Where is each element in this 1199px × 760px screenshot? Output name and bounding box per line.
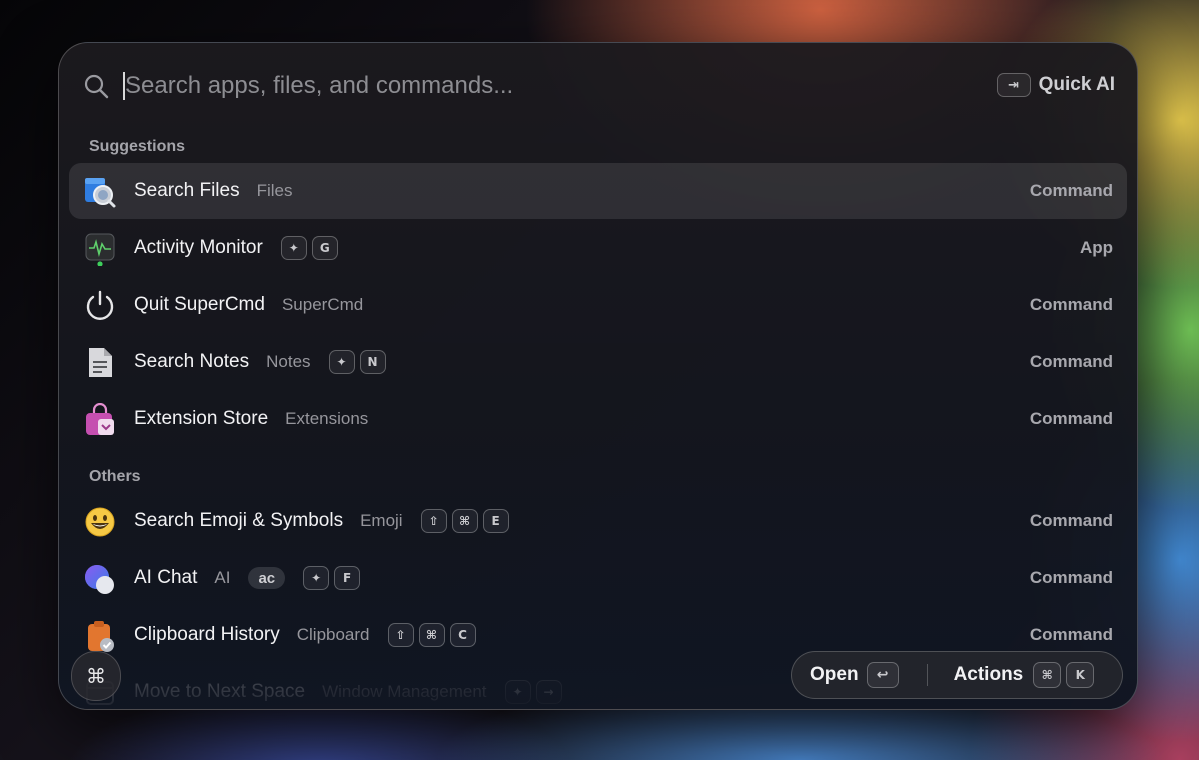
row-subtitle: Clipboard (296, 625, 370, 644)
ai-chat-icon (85, 565, 114, 594)
row-subtitle: Window Management (322, 682, 487, 701)
open-button[interactable]: Open ↩ (810, 662, 899, 688)
result-row-search-emoji[interactable]: Search Emoji & Symbols Emoji ⇧ ⌘ E Comma… (69, 493, 1127, 549)
command-key-icon: ⌘ (418, 623, 445, 647)
hyper-key-icon: ✦ (280, 236, 307, 260)
hotkey-group: ✦ F (303, 566, 361, 590)
row-main: Move to Next Space Window Management ✦ → (134, 664, 562, 709)
hotkey-group: ⌘ K (1033, 662, 1095, 688)
result-row-search-files[interactable]: Search Files Files Command (69, 163, 1127, 219)
clipboard-icon (88, 621, 114, 652)
hotkey-group: ✦ G (280, 236, 338, 260)
row-title: AI Chat (134, 567, 198, 588)
result-row-quit-supercmd[interactable]: Quit SuperCmd SuperCmd Command (69, 277, 1127, 333)
hotkey-letter: F (334, 566, 361, 590)
row-title: Search Notes (134, 351, 250, 372)
result-row-ai-chat[interactable]: AI Chat AI ac ✦ F Command (69, 550, 1127, 606)
row-title: Extension Store (134, 408, 269, 429)
result-row-activity-monitor[interactable]: Activity Monitor ✦ G App (69, 220, 1127, 276)
row-type: Command (1029, 409, 1113, 428)
command-menu-button[interactable]: ⌘ (71, 651, 121, 701)
launcher-panel: ⇥ Quick AI Suggestions Search Files File… (58, 42, 1138, 710)
search-input[interactable] (125, 65, 905, 107)
row-subtitle: Notes (266, 352, 311, 371)
row-title: Search Files (134, 180, 240, 201)
hotkey-letter: K (1066, 662, 1095, 688)
row-main: AI Chat AI ac ✦ F (134, 550, 361, 606)
row-main: Activity Monitor ✦ G (134, 220, 338, 276)
hyper-key-icon: ✦ (328, 350, 355, 374)
store-bag-icon (86, 403, 114, 435)
hotkey-group: ✦ N (328, 350, 386, 374)
return-key-icon: ↩ (866, 662, 899, 688)
row-main: Search Files Files (134, 163, 293, 219)
row-title: Search Emoji & Symbols (134, 510, 344, 531)
hotkey-group: ✦ → (504, 680, 562, 704)
hotkey-letter: C (449, 623, 476, 647)
hotkey-group: ⇧ ⌘ E (420, 509, 509, 533)
actions-button[interactable]: Actions ⌘ K (954, 662, 1095, 688)
hotkey-letter: G (311, 236, 338, 260)
command-key-icon: ⌘ (1033, 662, 1062, 688)
open-label: Open (810, 664, 859, 685)
row-subtitle: Emoji (360, 511, 403, 530)
action-bar: Open ↩ Actions ⌘ K (791, 651, 1123, 699)
arrow-right-key-icon: → (535, 680, 562, 704)
hotkey-letter: E (482, 509, 509, 533)
row-title: Activity Monitor (134, 237, 263, 258)
activity-monitor-icon (85, 233, 115, 266)
row-title: Move to Next Space (134, 681, 306, 702)
tab-key-icon: ⇥ (996, 73, 1031, 97)
emoji-icon (85, 507, 115, 537)
row-subtitle: SuperCmd (281, 295, 364, 314)
row-main: Search Notes Notes ✦ N (134, 334, 386, 390)
hotkey-letter: N (359, 350, 386, 374)
hotkey-group: ⇧ ⌘ C (387, 623, 476, 647)
row-main: Extension Store Extensions (134, 391, 368, 447)
row-type: Command (1029, 181, 1113, 200)
shift-key-icon: ⇧ (420, 509, 447, 533)
search-icon (84, 74, 109, 99)
action-divider (926, 664, 928, 686)
search-bar: ⇥ Quick AI (59, 43, 1137, 129)
power-icon (86, 290, 114, 320)
section-label-others: Others (89, 468, 141, 485)
result-row-extension-store[interactable]: Extension Store Extensions Command (69, 391, 1127, 447)
quick-ai-button[interactable]: ⇥ Quick AI (996, 73, 1115, 97)
notes-icon (89, 348, 112, 377)
row-subtitle: Files (256, 181, 293, 200)
search-files-icon (85, 178, 116, 208)
actions-label: Actions (953, 664, 1024, 685)
row-main: Quit SuperCmd SuperCmd (134, 277, 363, 333)
row-title: Quit SuperCmd (134, 294, 265, 315)
row-type: App (1079, 238, 1113, 257)
row-type: Command (1029, 352, 1113, 371)
row-type: Command (1029, 511, 1113, 530)
hyper-key-icon: ✦ (504, 680, 531, 704)
alias-badge: ac (248, 567, 286, 589)
row-subtitle: Extensions (285, 409, 369, 428)
command-key-icon: ⌘ (451, 509, 478, 533)
shift-key-icon: ⇧ (387, 623, 414, 647)
row-title: Clipboard History (134, 624, 280, 645)
row-subtitle: AI (214, 568, 231, 587)
quick-ai-label: Quick AI (1038, 74, 1115, 95)
row-main: Search Emoji & Symbols Emoji ⇧ ⌘ E (134, 493, 509, 549)
row-type: Command (1029, 568, 1113, 587)
hyper-key-icon: ✦ (303, 566, 330, 590)
row-main: Clipboard History Clipboard ⇧ ⌘ C (134, 607, 476, 663)
result-row-search-notes[interactable]: Search Notes Notes ✦ N Command (69, 334, 1127, 390)
row-type: Command (1029, 295, 1113, 314)
section-label-suggestions: Suggestions (89, 138, 186, 155)
command-key-icon: ⌘ (86, 664, 106, 688)
